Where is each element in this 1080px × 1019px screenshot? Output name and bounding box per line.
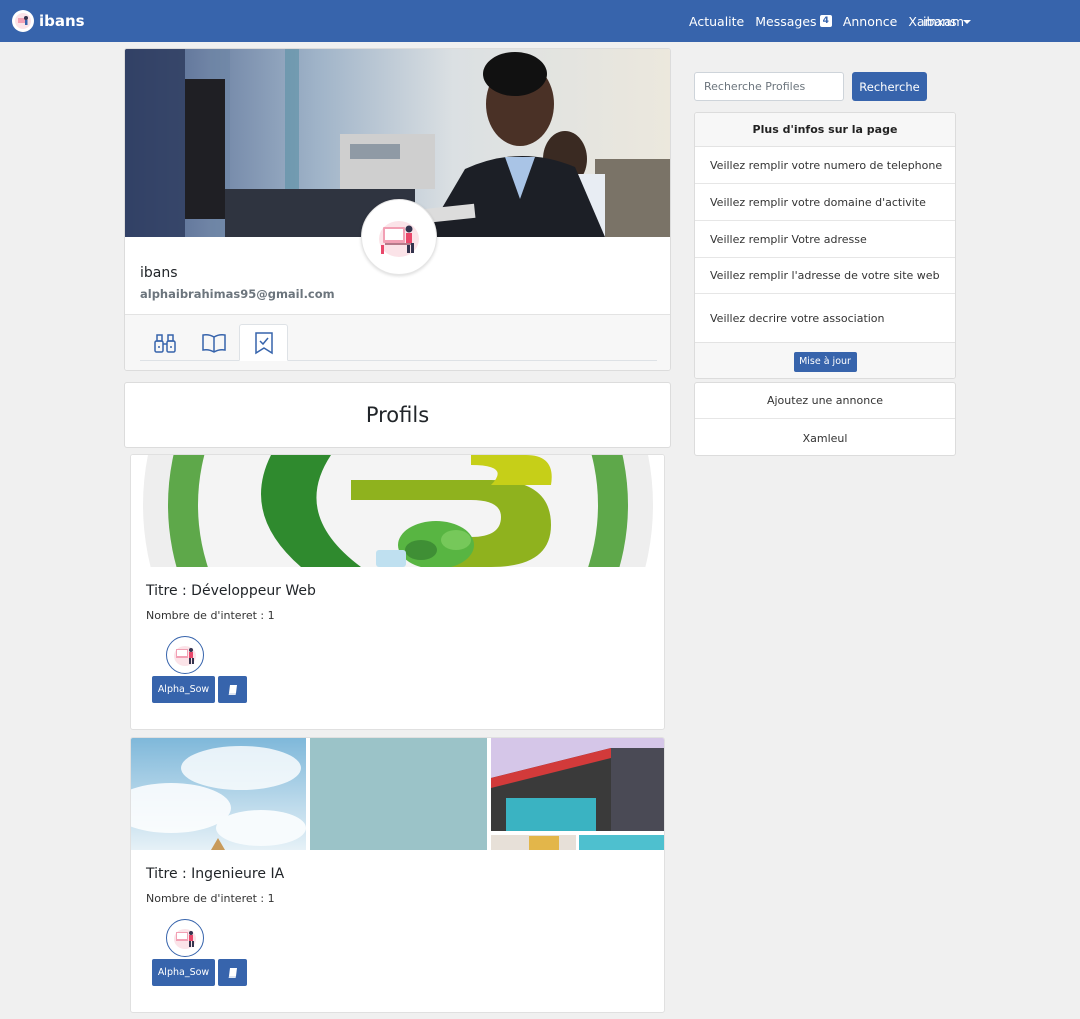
post-image-2[interactable] [131, 738, 664, 850]
post-interest-count-1: Nombre de d'interet : 1 [146, 609, 275, 622]
info-card: Plus d'infos sur la page Veillez remplir… [694, 112, 956, 379]
tab-bookmarks[interactable] [239, 324, 288, 361]
tab-book[interactable] [189, 324, 238, 361]
profils-title: Profils [365, 403, 430, 427]
brand-name: ibans [39, 12, 85, 30]
bookmark-check-icon [254, 331, 273, 354]
profile-avatar[interactable] [361, 199, 437, 275]
info-card-title: Plus d'infos sur la page [695, 113, 955, 147]
binoculars-icon [153, 333, 176, 353]
post-image-1[interactable] [131, 455, 664, 567]
post-card-1: Titre : Développeur Web Nombre de d'inte… [130, 454, 665, 730]
messages-count-badge: 4 [819, 15, 832, 27]
info-item-domain[interactable]: Veillez remplir votre domaine d'activite [695, 184, 955, 221]
profile-name: ibans [140, 265, 178, 281]
book-icon [228, 684, 237, 695]
info-card-footer: Mise à jour [695, 342, 955, 378]
post-card-2: Titre : Ingenieure IA Nombre de d'intere… [130, 737, 665, 1013]
nav-links: Actualite Messages 4 Annonce Xamxam [678, 0, 964, 42]
brand[interactable]: ibans [12, 10, 85, 32]
post-author-avatar-2[interactable] [166, 919, 204, 957]
add-annonce-link[interactable]: Ajoutez une annonce [695, 383, 955, 419]
links-card: Ajoutez une annonce Xamleul [694, 382, 956, 456]
info-item-association[interactable]: Veillez decrire votre association [695, 294, 955, 342]
post-author-avatar-1[interactable] [166, 636, 204, 674]
info-item-phone[interactable]: Veillez remplir votre numero de telephon… [695, 147, 955, 184]
caret-down-icon [962, 19, 971, 24]
profile-tabs [125, 314, 670, 370]
profils-header-card: Profils [124, 382, 671, 448]
post-title-2: Titre : Ingenieure IA [146, 866, 285, 882]
info-item-website[interactable]: Veillez remplir l'adresse de votre site … [695, 258, 955, 294]
update-button[interactable]: Mise à jour [793, 351, 857, 372]
book-icon [228, 967, 237, 978]
tab-binoculars[interactable] [140, 324, 189, 361]
post-author-button-2[interactable]: Alpha_Sow [152, 959, 215, 986]
profile-email: alphaibrahimas95@gmail.com [140, 287, 335, 301]
post-book-button-1[interactable] [218, 676, 247, 703]
post-title-1: Titre : Développeur Web [146, 583, 316, 599]
nav-link-messages[interactable]: Messages 4 [755, 14, 832, 29]
post-author-button-1[interactable]: Alpha_Sow [152, 676, 215, 703]
search-profiles-input[interactable] [694, 72, 844, 101]
brand-logo-icon [12, 10, 34, 32]
profile-card: ibans alphaibrahimas95@gmail.com [124, 48, 671, 371]
nav-link-actualite[interactable]: Actualite [689, 14, 744, 29]
post-interest-count-2: Nombre de d'interet : 1 [146, 892, 275, 905]
info-item-address[interactable]: Veillez remplir Votre adresse [695, 221, 955, 258]
nav-link-annonce[interactable]: Annonce [843, 14, 898, 29]
user-menu-label: ibans [923, 14, 957, 29]
navbar: ibans Actualite Messages 4 Annonce Xamxa… [0, 0, 1080, 42]
search-button[interactable]: Recherche [852, 72, 927, 101]
xamleul-link[interactable]: Xamleul [695, 420, 955, 456]
post-book-button-2[interactable] [218, 959, 247, 986]
nav-link-messages-label: Messages [755, 13, 817, 29]
user-menu-dropdown[interactable]: ibans [923, 14, 971, 29]
book-open-icon [201, 333, 226, 353]
